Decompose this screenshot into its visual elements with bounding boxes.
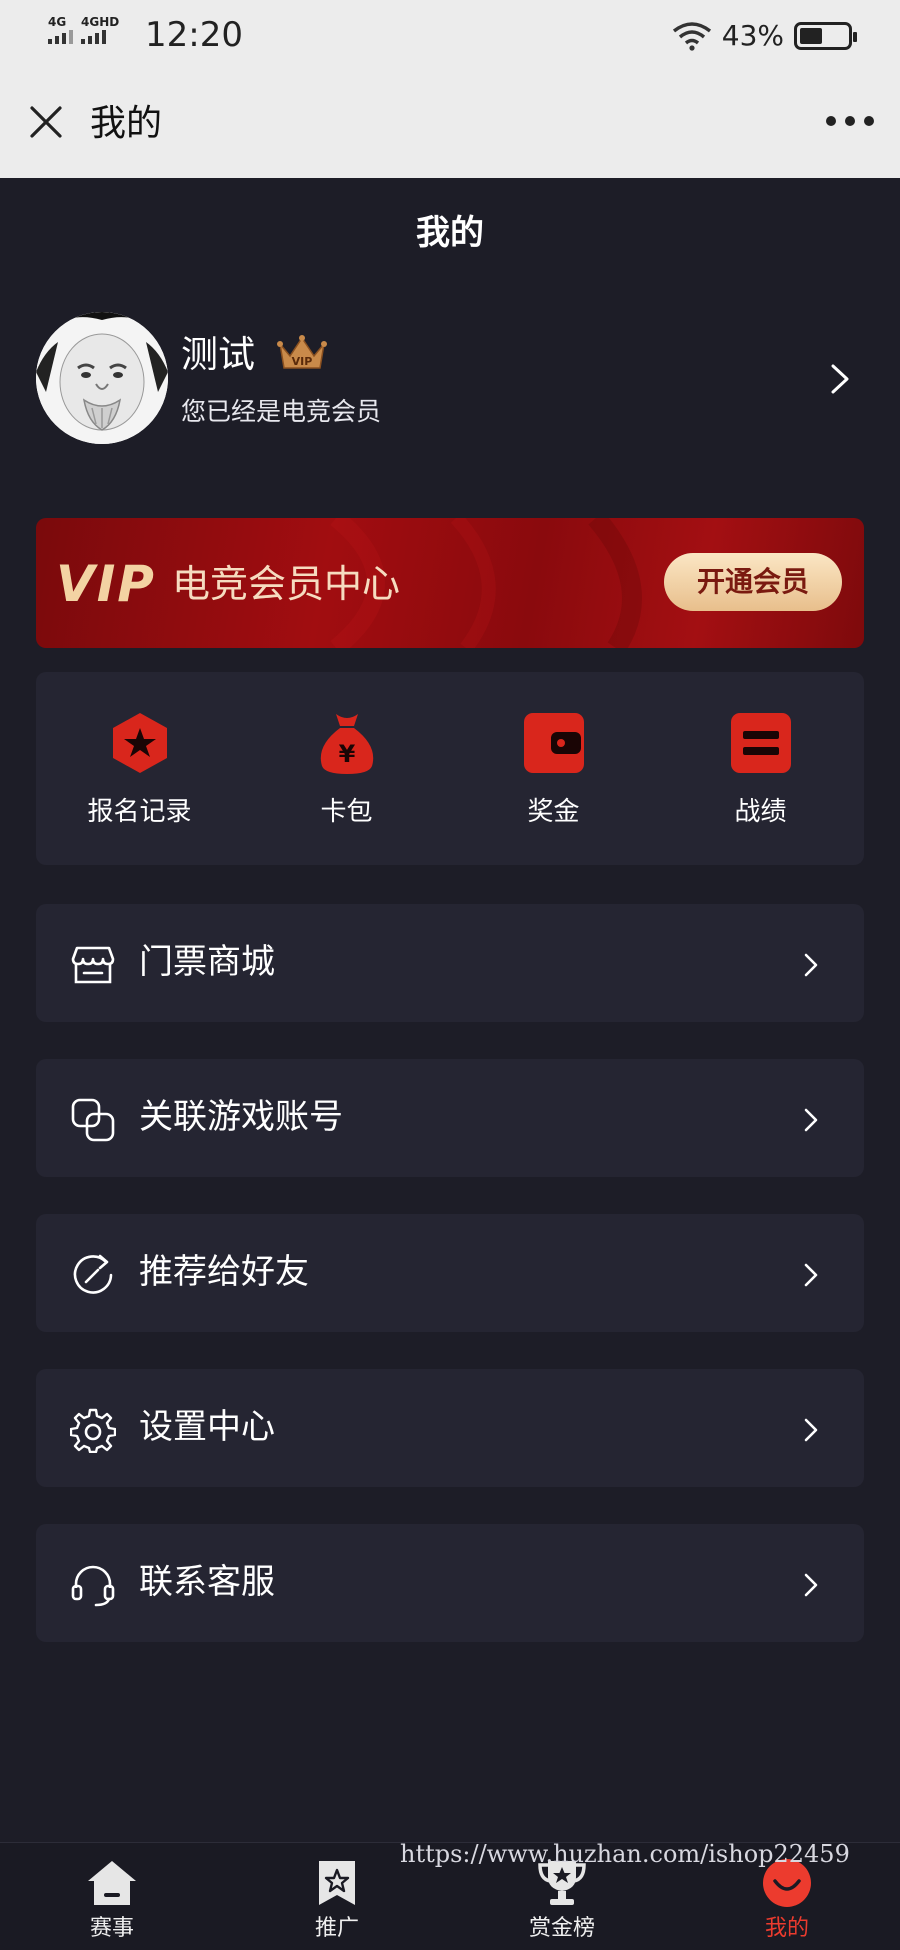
share-icon bbox=[73, 1254, 113, 1294]
vip-banner[interactable]: VIP 电竞会员中心 开通会员 bbox=[36, 518, 864, 648]
home-icon bbox=[88, 1861, 136, 1905]
menu-item-recommend-friends[interactable]: 推荐给好友 bbox=[36, 1214, 864, 1332]
quick-action-label: 奖金 bbox=[527, 797, 580, 827]
quick-action-card-wallet[interactable]: ¥ 卡包 bbox=[243, 710, 450, 830]
chevron-right-icon bbox=[804, 1573, 818, 1597]
quick-action-label: 卡包 bbox=[320, 797, 373, 827]
money-bag-icon: ¥ bbox=[320, 714, 373, 774]
avatar[interactable] bbox=[36, 312, 168, 444]
watermark: https://www.huzhan.com/ishop22459 bbox=[400, 1840, 850, 1868]
nav-bar: 我的 bbox=[0, 72, 900, 178]
page-title: 我的 bbox=[416, 213, 484, 253]
chevron-right-icon bbox=[804, 1263, 818, 1287]
member-status: 您已经是电竞会员 bbox=[181, 397, 382, 426]
quick-action-label: 战绩 bbox=[734, 797, 787, 827]
quick-action-bonus[interactable]: 奖金 bbox=[450, 710, 657, 830]
gear-icon bbox=[70, 1408, 116, 1453]
tab-events[interactable]: 赛事 bbox=[37, 1857, 187, 1950]
menu-item-label: 关联游戏账号 bbox=[139, 1097, 343, 1137]
menu-item-label: 门票商城 bbox=[139, 942, 275, 982]
network-indicators: 4G 4GHD bbox=[48, 16, 119, 44]
headset-icon bbox=[71, 1565, 115, 1607]
signal-1: 4G bbox=[48, 16, 73, 44]
quick-action-label: 报名记录 bbox=[87, 797, 192, 827]
hexagon-star-icon bbox=[112, 713, 167, 773]
quick-action-record[interactable]: 战绩 bbox=[657, 710, 864, 830]
bookmark-star-icon bbox=[319, 1861, 355, 1905]
menu-item-settings[interactable]: 设置中心 bbox=[36, 1369, 864, 1487]
quick-actions: 报名记录 ¥ 卡包 奖金 战绩 bbox=[36, 672, 864, 865]
avatar-image bbox=[36, 312, 168, 444]
open-membership-button[interactable]: 开通会员 bbox=[664, 553, 842, 611]
menu-item-customer-service[interactable]: 联系客服 bbox=[36, 1524, 864, 1642]
tab-promotion[interactable]: 推广 bbox=[262, 1857, 412, 1950]
tab-label: 推广 bbox=[314, 1916, 359, 1941]
signal-bars-icon bbox=[81, 28, 106, 44]
vip-logo: VIP bbox=[56, 555, 156, 613]
tab-label: 赏金榜 bbox=[528, 1916, 595, 1941]
profile-card[interactable]: 测试 VIP 您已经是电竞会员 bbox=[36, 312, 864, 447]
network-type-label: 4GHD bbox=[81, 15, 120, 29]
chevron-right-icon bbox=[831, 364, 849, 394]
status-right: 43% bbox=[672, 18, 857, 54]
status-bar: 4G 4GHD 12:20 43% bbox=[0, 0, 900, 72]
close-icon[interactable] bbox=[26, 102, 66, 142]
chevron-right-icon bbox=[804, 953, 818, 977]
vip-crown-icon: VIP bbox=[277, 335, 327, 369]
chevron-right-icon bbox=[804, 1108, 818, 1132]
vip-center-title: 电竞会员中心 bbox=[172, 562, 401, 606]
nav-title: 我的 bbox=[90, 103, 163, 144]
signal-bars-icon bbox=[48, 28, 73, 44]
menu-item-label: 设置中心 bbox=[139, 1407, 275, 1447]
tab-bounty-board[interactable]: 赏金榜 bbox=[487, 1857, 637, 1950]
vip-badge-text: VIP bbox=[292, 355, 313, 368]
menu-item-label: 联系客服 bbox=[139, 1562, 275, 1602]
quick-action-registration[interactable]: 报名记录 bbox=[36, 710, 243, 830]
menu-item-link-game-account[interactable]: 关联游戏账号 bbox=[36, 1059, 864, 1177]
network-type-label: 4G bbox=[48, 15, 67, 29]
menu-item-label: 推荐给好友 bbox=[139, 1252, 309, 1292]
chevron-right-icon bbox=[804, 1418, 818, 1442]
battery-icon bbox=[794, 22, 857, 50]
status-time: 12:20 bbox=[145, 15, 243, 55]
tab-mine[interactable]: 我的 bbox=[712, 1857, 862, 1950]
tab-label: 我的 bbox=[764, 1916, 809, 1941]
signal-2: 4GHD bbox=[81, 16, 119, 44]
wallet-icon bbox=[523, 713, 584, 773]
tab-label: 赛事 bbox=[89, 1916, 134, 1941]
svg-text:¥: ¥ bbox=[338, 740, 355, 768]
store-icon bbox=[71, 946, 115, 984]
user-name: 测试 bbox=[181, 333, 255, 376]
wifi-icon bbox=[672, 22, 711, 51]
record-icon bbox=[730, 713, 791, 773]
battery-percent: 43% bbox=[721, 19, 784, 52]
menu-item-ticket-store[interactable]: 门票商城 bbox=[36, 904, 864, 1022]
more-icon[interactable] bbox=[826, 116, 874, 128]
link-icon bbox=[71, 1098, 115, 1142]
